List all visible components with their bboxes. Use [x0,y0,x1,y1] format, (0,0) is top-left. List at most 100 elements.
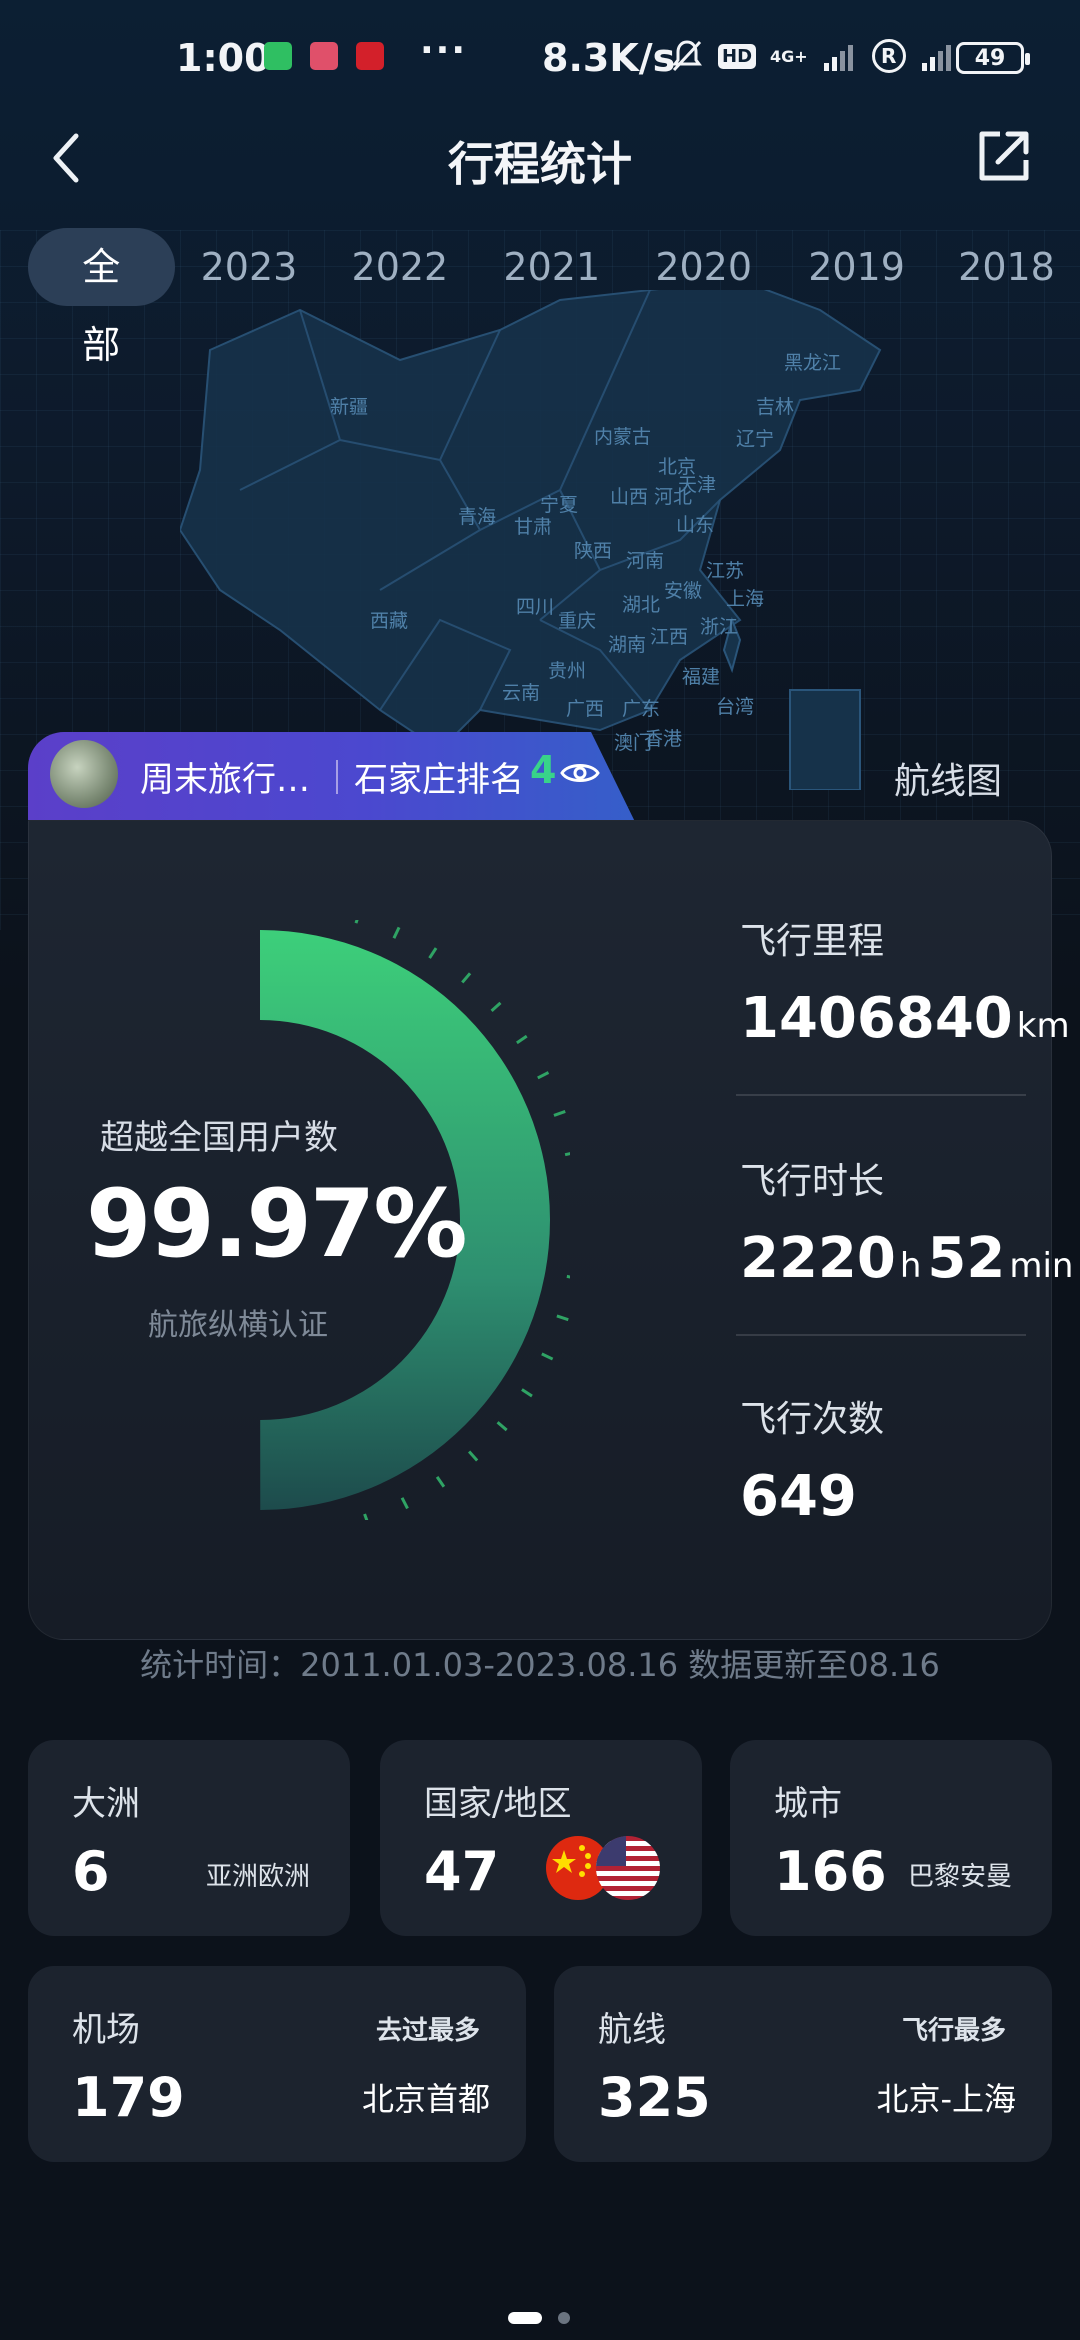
ribbon-divider [336,760,338,794]
donut-tick [363,1513,369,1520]
beat-source: 航旅纵横认证 [148,1308,328,1343]
donut-tick [354,920,359,924]
map-label: 安徽 [664,580,703,602]
continents-note: 亚洲欧洲 [205,1862,310,1892]
donut-tick [435,1476,446,1488]
tab-2021[interactable]: 2021 [476,245,627,289]
tab-2020[interactable]: 2020 [627,245,780,289]
map-label: 新疆 [330,396,369,418]
map-label: 河北 [654,486,693,508]
avatar[interactable] [50,740,118,808]
tab-all[interactable]: 全部 [28,228,175,367]
donut-tick [553,1109,566,1117]
signal-bars-icon-2 [921,45,951,71]
map-label: 江苏 [706,560,745,582]
duration-hour-unit: h [899,1246,922,1286]
roaming-icon: R [871,39,906,73]
battery-level: 49 [974,45,1006,71]
donut-tick [541,1352,554,1361]
countries-value: 47 [424,1840,500,1903]
map-label: 青海 [458,506,497,528]
flight-count-label: 飞行次数 [740,1399,885,1440]
map-label: 广西 [566,698,605,720]
airports-tile[interactable]: 机场 179 去过最多 北京首都 [28,1966,526,2162]
donut-tick [392,926,401,939]
mileage-label: 飞行里程 [740,921,885,962]
countries-tile[interactable]: 国家/地区 47 [380,1740,702,1936]
cities-note: 巴黎安曼 [907,1862,1012,1892]
airports-note-value: 北京首都 [361,2080,490,2118]
continents-tile[interactable]: 大洲 6 亚洲欧洲 [28,1740,350,1936]
app-notification-icon [310,42,338,70]
net-speed: 8.3K/s [542,36,676,80]
south-china-sea-inset [789,689,861,790]
duration-value: 2220 h 52 min [740,1226,1073,1291]
map-label: 宁夏 [540,494,579,516]
airports-label: 机场 [72,2010,140,2050]
routes-note-value: 北京-上海 [876,2080,1016,2118]
map-label: 吉林 [756,396,795,418]
map-label: 内蒙古 [594,426,652,448]
continents-value: 6 [72,1840,110,1903]
map-label: 湖南 [608,634,647,656]
share-export-icon[interactable] [974,128,1032,186]
donut-tick [400,1497,409,1510]
stat-divider [736,1334,1026,1336]
app-notification-icon-2 [356,42,384,70]
donut-tick [428,947,438,959]
status-time: 1:00 [176,36,271,80]
more-notifications-icon: ··· [420,30,468,71]
donut-tick [537,1071,550,1080]
shield-app-icon [264,42,292,70]
tab-2022[interactable]: 2022 [323,245,476,289]
map-label: 湖北 [622,594,661,616]
tab-2019[interactable]: 2019 [780,245,933,289]
routes-label: 航线 [598,2010,666,2050]
donut-tick [566,1274,570,1279]
eye-icon[interactable] [560,758,600,788]
map-label: 贵州 [548,660,587,682]
beat-label: 超越全国用户数 [100,1118,338,1158]
routes-value: 325 [598,2066,711,2129]
statistics-period: 统计时间：2011.01.03-2023.08.16 数据更新至08.16 [140,1646,940,1684]
notification-icons [264,42,384,70]
map-label: 浙江 [700,616,739,638]
duration-minutes: 52 [927,1226,1006,1291]
duration-minute-unit: min [1009,1246,1074,1286]
map-label: 山西 [610,486,649,508]
tab-2018[interactable]: 2018 [933,245,1080,289]
donut-tick [516,1034,528,1045]
map-label: 辽宁 [736,428,775,450]
flight-count-stat: 飞行次数 649 [740,1390,884,1529]
status-bar: 1:00 ··· 8.3K/s HD 4G+ R 49 [0,0,1080,110]
map-label: 广东 [622,698,661,720]
signal-4g-label: 4G+ [770,46,808,66]
stat-divider [736,1094,1026,1096]
map-label: 台湾 [716,696,755,718]
map-label: 江西 [650,626,689,648]
mileage-value: 1406840 km [740,986,1070,1051]
page-title: 行程统计 [448,137,632,191]
routes-tile[interactable]: 航线 325 飞行最多 北京-上海 [554,1966,1052,2162]
map-label: 西藏 [370,610,409,632]
countries-label: 国家/地区 [424,1784,572,1824]
battery-icon: 49 [956,42,1030,74]
route-map-link[interactable]: 航线图 [894,752,1002,804]
continents-label: 大洲 [72,1784,140,1824]
map-label: 重庆 [558,610,597,632]
page-indicator [558,2312,570,2324]
map-label: 河南 [626,550,665,572]
user-name: 周末旅行… [140,760,310,800]
routes-note-label: 飞行最多 [901,2016,1006,2046]
cities-value: 166 [774,1840,887,1903]
donut-tick [521,1388,533,1398]
mileage-stat: 飞行里程 1406840 km [740,912,1070,1051]
rank-value: 4 [530,748,557,792]
cities-tile[interactable]: 城市 166 巴黎安曼 [730,1740,1052,1936]
map-label: 黑龙江 [784,352,842,374]
map-label: 陕西 [574,540,613,562]
tab-2023[interactable]: 2023 [175,245,324,289]
mute-bell-icon [672,40,702,72]
airports-value: 179 [72,2066,185,2129]
donut-tick [556,1314,569,1322]
